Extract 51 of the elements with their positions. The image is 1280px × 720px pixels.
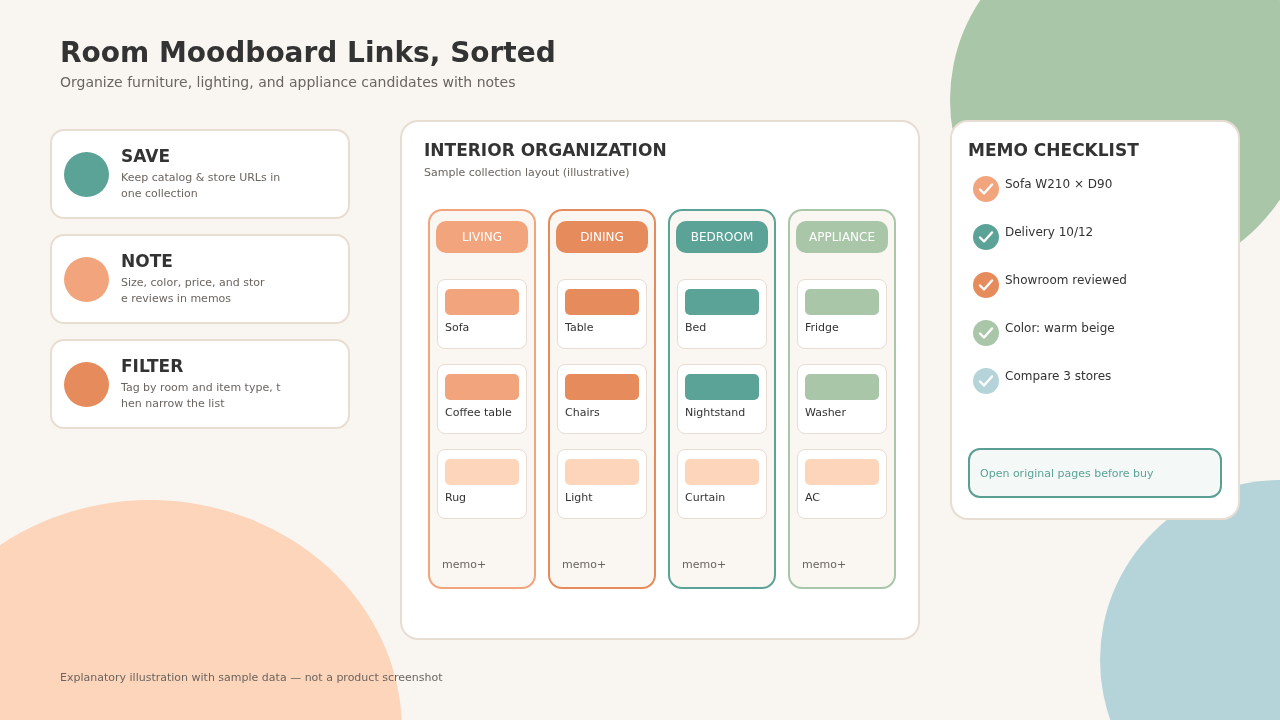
check-icon[interactable] [973, 224, 999, 250]
item-card[interactable]: AC [797, 449, 887, 519]
item-card[interactable]: Fridge [797, 279, 887, 349]
check-icon[interactable] [973, 320, 999, 346]
item-card[interactable]: Washer [797, 364, 887, 434]
item-card[interactable]: Curtain [677, 449, 767, 519]
checklist-item: Sofa W210 × D90 [1005, 176, 1113, 192]
item-card[interactable]: Sofa [437, 279, 527, 349]
feature-title: NOTE [121, 251, 174, 271]
item-name: Curtain [685, 491, 727, 504]
feature-description: Tag by room and item type, t hen narrow the list [121, 380, 281, 412]
item-card[interactable]: Table [557, 279, 647, 349]
item-card[interactable]: Chairs [557, 364, 647, 434]
item-card[interactable]: Coffee table [437, 364, 527, 434]
item-name: Rug [445, 491, 468, 504]
page-subtitle: Organize furniture, lighting, and appliance candidates with notes [60, 74, 517, 90]
checklist-item: Color: warm beige [1005, 320, 1115, 336]
item-name: AC [805, 491, 821, 504]
item-name: Sofa [445, 321, 471, 334]
check-icon[interactable] [973, 176, 999, 202]
item-name: Washer [805, 406, 847, 419]
item-card[interactable]: Bed [677, 279, 767, 349]
checklist-item: Showroom reviewed [1005, 272, 1127, 288]
item-name: Coffee table [445, 406, 513, 419]
item-name: Table [565, 321, 595, 334]
feature-title: FILTER [121, 356, 185, 376]
item-name: Bed [685, 321, 708, 334]
board-subtitle: Sample collection layout (illustrative) [424, 166, 631, 179]
item-name: Nightstand [685, 406, 747, 419]
check-icon[interactable] [973, 272, 999, 298]
feature-title: SAVE [121, 146, 172, 166]
item-card[interactable]: Rug [437, 449, 527, 519]
item-name: Light [565, 491, 594, 504]
item-name: Fridge [805, 321, 840, 334]
feature-description: Size, color, price, and stor e reviews in memos [121, 275, 265, 307]
memo-link[interactable]: memo+ [556, 558, 648, 571]
note-text: Open original pages before buy [980, 466, 1154, 480]
feature-description: Keep catalog & store URLs in one collection [121, 170, 281, 202]
checklist-title: MEMO CHECKLIST [968, 140, 1140, 160]
memo-link[interactable]: memo+ [796, 558, 888, 571]
item-card[interactable]: Light [557, 449, 647, 519]
checklist-item: Delivery 10/12 [1005, 224, 1094, 240]
board-title: INTERIOR ORGANIZATION [424, 140, 668, 160]
footer-note: Explanatory illustration with sample data — not a product screenshot [60, 671, 444, 684]
memo-link[interactable]: memo+ [676, 558, 768, 571]
item-card[interactable]: Nightstand [677, 364, 767, 434]
checklist-item: Compare 3 stores [1005, 368, 1112, 384]
item-name: Chairs [565, 406, 601, 419]
memo-link[interactable]: memo+ [436, 558, 528, 571]
page-title: Room Moodboard Links, Sorted [60, 36, 557, 70]
check-icon[interactable] [973, 368, 999, 394]
